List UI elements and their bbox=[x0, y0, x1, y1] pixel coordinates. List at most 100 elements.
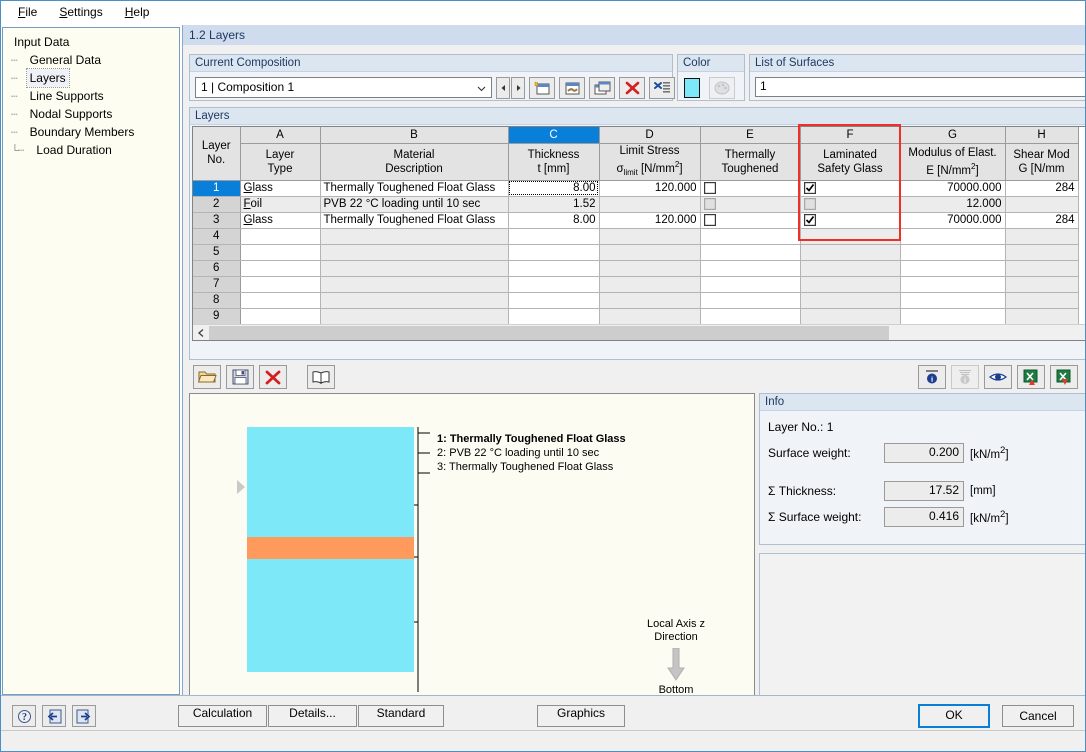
edit-composition-button[interactable] bbox=[559, 77, 585, 99]
cell-material[interactable]: Thermally Toughened Float Glass bbox=[320, 180, 509, 197]
info-button[interactable]: i bbox=[918, 365, 946, 389]
cell-layer-type[interactable] bbox=[240, 244, 321, 261]
cell-laminated-safety-glass[interactable] bbox=[800, 212, 901, 229]
cell-material[interactable]: Thermally Toughened Float Glass bbox=[320, 212, 509, 229]
cell-shear[interactable] bbox=[1005, 228, 1079, 245]
delete-composition-button[interactable] bbox=[619, 77, 645, 99]
cell-material[interactable] bbox=[320, 244, 509, 261]
cell-limit-stress[interactable]: 120.000 bbox=[599, 212, 701, 229]
delete-layers-button[interactable] bbox=[259, 365, 287, 389]
save-layers-button[interactable] bbox=[226, 365, 254, 389]
checkbox-icon[interactable] bbox=[803, 182, 816, 195]
column-header-E[interactable]: E bbox=[700, 127, 801, 144]
cell-thermally-toughened[interactable] bbox=[700, 308, 801, 324]
table-row[interactable]: 9 bbox=[193, 308, 1079, 324]
cell-modulus[interactable]: 70000.000 bbox=[900, 212, 1006, 229]
cell-thermally-toughened[interactable] bbox=[700, 228, 801, 245]
details-button[interactable]: Details... bbox=[268, 705, 357, 727]
cell-thickness[interactable] bbox=[508, 292, 600, 309]
row-header-5[interactable]: 5 bbox=[193, 244, 241, 261]
cell-thermally-toughened[interactable] bbox=[700, 292, 801, 309]
cell-laminated-safety-glass[interactable] bbox=[800, 292, 901, 309]
cell-thermally-toughened[interactable] bbox=[700, 196, 801, 213]
cell-shear[interactable] bbox=[1005, 292, 1079, 309]
layers-table[interactable]: Layer No. A B C D E F G H Layer Type Material Descrip… bbox=[192, 126, 1086, 341]
column-header-F[interactable]: F bbox=[800, 127, 901, 144]
cell-thermally-toughened[interactable] bbox=[700, 180, 801, 197]
cell-material[interactable]: PVB 22 °C loading until 10 sec bbox=[320, 196, 509, 213]
table-row[interactable]: 4 bbox=[193, 228, 1079, 245]
row-header-3[interactable]: 3 bbox=[193, 212, 241, 229]
cell-limit-stress[interactable] bbox=[599, 292, 701, 309]
cell-shear[interactable]: 284 bbox=[1005, 212, 1079, 229]
forward-button[interactable] bbox=[72, 705, 96, 727]
row-header-8[interactable]: 8 bbox=[193, 292, 241, 309]
cell-limit-stress[interactable] bbox=[599, 276, 701, 293]
cell-shear[interactable] bbox=[1005, 244, 1079, 261]
column-header-G[interactable]: G bbox=[900, 127, 1006, 144]
menu-settings[interactable]: Settings bbox=[49, 2, 112, 22]
cell-layer-type[interactable] bbox=[240, 228, 321, 245]
cell-material[interactable] bbox=[320, 260, 509, 277]
cell-material[interactable] bbox=[320, 292, 509, 309]
cell-thermally-toughened[interactable] bbox=[700, 244, 801, 261]
cell-thickness[interactable]: 8.00 bbox=[508, 180, 600, 197]
menu-file[interactable]: FFileile bbox=[8, 2, 47, 22]
layers-grid[interactable]: Layer No. A B C D E F G H Layer Type Material Descrip… bbox=[193, 127, 1079, 324]
cell-limit-stress[interactable] bbox=[599, 308, 701, 324]
cell-laminated-safety-glass[interactable] bbox=[800, 196, 901, 213]
nav-root[interactable]: Input Data bbox=[9, 34, 179, 51]
checkbox-icon[interactable] bbox=[703, 214, 716, 227]
copy-composition-button[interactable] bbox=[589, 77, 615, 99]
cell-modulus[interactable] bbox=[900, 308, 1006, 324]
info-details-button[interactable]: i bbox=[951, 365, 979, 389]
cell-thermally-toughened[interactable] bbox=[700, 212, 801, 229]
cell-thickness[interactable] bbox=[508, 244, 600, 261]
cell-thermally-toughened[interactable] bbox=[700, 276, 801, 293]
horizontal-scroll-thumb[interactable] bbox=[209, 326, 889, 340]
cell-material[interactable] bbox=[320, 228, 509, 245]
cell-thickness[interactable]: 8.00 bbox=[508, 212, 600, 229]
color-palette-button[interactable] bbox=[709, 77, 735, 99]
checkbox-icon[interactable] bbox=[803, 214, 816, 227]
cell-layer-type[interactable]: Glass bbox=[240, 180, 321, 197]
calculation-button[interactable]: Calculation bbox=[178, 705, 267, 727]
column-header-A[interactable]: A bbox=[240, 127, 321, 144]
row-header-2[interactable]: 2 bbox=[193, 196, 241, 213]
cell-shear[interactable] bbox=[1005, 308, 1079, 324]
row-header-4[interactable]: 4 bbox=[193, 228, 241, 245]
table-row[interactable]: 5 bbox=[193, 244, 1079, 261]
cell-thickness[interactable] bbox=[508, 260, 600, 277]
cell-thermally-toughened[interactable] bbox=[700, 260, 801, 277]
cell-shear[interactable] bbox=[1005, 260, 1079, 277]
open-layers-button[interactable] bbox=[193, 365, 221, 389]
composition-list-button[interactable] bbox=[649, 77, 675, 99]
layers-graphics-preview[interactable]: 1: Thermally Toughened Float Glass 2: PV… bbox=[189, 393, 755, 709]
table-row[interactable]: 1 Glass Thermally Toughened Float Glass 8.0… bbox=[193, 180, 1079, 197]
cell-modulus[interactable] bbox=[900, 228, 1006, 245]
table-row[interactable]: 6 bbox=[193, 260, 1079, 277]
cell-modulus[interactable] bbox=[900, 244, 1006, 261]
next-composition-button[interactable] bbox=[511, 77, 525, 99]
cell-thickness[interactable] bbox=[508, 228, 600, 245]
menu-help[interactable]: Help bbox=[115, 2, 160, 22]
table-row[interactable]: 2 Foil PVB 22 °C loading until 10 sec 1.52 … bbox=[193, 196, 1079, 213]
cell-limit-stress[interactable] bbox=[599, 260, 701, 277]
column-header-H[interactable]: H bbox=[1005, 127, 1079, 144]
cell-modulus[interactable]: 70000.000 bbox=[900, 180, 1006, 197]
cell-modulus[interactable] bbox=[900, 276, 1006, 293]
table-horizontal-scrollbar[interactable] bbox=[193, 324, 1086, 340]
cell-laminated-safety-glass[interactable] bbox=[800, 260, 901, 277]
cell-modulus[interactable] bbox=[900, 260, 1006, 277]
cell-limit-stress[interactable] bbox=[599, 196, 701, 213]
cell-limit-stress[interactable] bbox=[599, 228, 701, 245]
cell-limit-stress[interactable] bbox=[599, 244, 701, 261]
sidebar-item-load-duration[interactable]: └┄ Load Duration bbox=[9, 141, 179, 159]
cell-shear[interactable]: 284 bbox=[1005, 180, 1079, 197]
sidebar-item-line-supports[interactable]: ┄ Line Supports bbox=[9, 87, 179, 105]
table-row[interactable]: 3 Glass Thermally Toughened Float Glass 8.0… bbox=[193, 212, 1079, 229]
color-swatch[interactable] bbox=[684, 78, 700, 98]
row-header-9[interactable]: 9 bbox=[193, 308, 241, 324]
table-row[interactable]: 7 bbox=[193, 276, 1079, 293]
cell-laminated-safety-glass[interactable] bbox=[800, 276, 901, 293]
